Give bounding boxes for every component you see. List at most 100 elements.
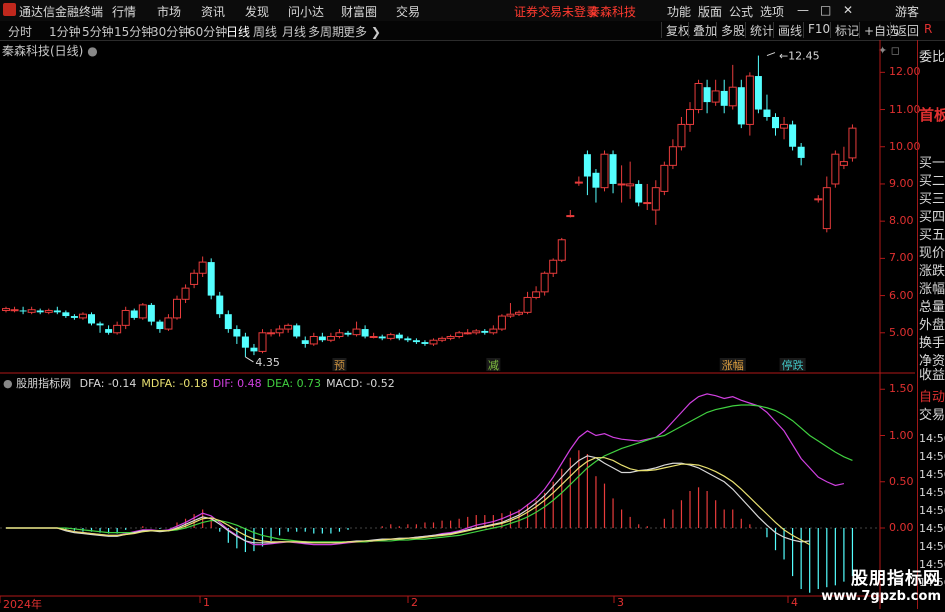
period-tab-daily[interactable]: 日线 bbox=[226, 23, 250, 40]
candle bbox=[797, 143, 805, 166]
candle bbox=[44, 308, 53, 315]
indicator-icon[interactable]: ● bbox=[3, 377, 13, 390]
period-tab-weekly[interactable]: 周线 bbox=[253, 23, 277, 40]
candle bbox=[635, 180, 643, 207]
period-tab-15min[interactable]: 15分钟 bbox=[114, 23, 153, 40]
chevron-right-icon: ❯ bbox=[367, 25, 381, 39]
menu-item-options[interactable]: 选项 bbox=[760, 3, 784, 20]
multi-stock-button[interactable]: 多股 bbox=[716, 22, 745, 38]
period-tab-30min[interactable]: 30分钟 bbox=[151, 23, 190, 40]
candle bbox=[754, 55, 762, 114]
kline-chart[interactable]: ←12.45 4.35 预 减 涨幅 停跌 bbox=[0, 40, 915, 609]
price-tick-label: 7.00 bbox=[889, 251, 914, 265]
candle bbox=[233, 325, 241, 344]
quote-field-label: 涨幅 bbox=[919, 282, 945, 297]
period-tab-5min[interactable]: 5分钟 bbox=[82, 23, 114, 40]
price-tick-label: 9.00 bbox=[889, 176, 914, 190]
menu-item-market[interactable]: 行情 bbox=[112, 3, 136, 20]
trade-time: 14:56 bbox=[919, 504, 945, 517]
back-button[interactable]: 返回 bbox=[890, 22, 919, 38]
menu-item-wealth[interactable]: 财富圈 bbox=[341, 3, 377, 20]
maximize-button[interactable]: □ bbox=[820, 3, 831, 17]
max-price-leader bbox=[766, 52, 776, 57]
f10-button[interactable]: F10 bbox=[803, 22, 830, 38]
candle bbox=[814, 195, 823, 203]
event-tag: 停跌 bbox=[779, 358, 806, 372]
restore-rights-button[interactable]: 复权 bbox=[661, 22, 690, 38]
candle bbox=[378, 334, 386, 341]
draw-line-button[interactable]: 画线 bbox=[773, 22, 802, 38]
panel-r-icon[interactable]: R bbox=[920, 22, 932, 38]
guest-login[interactable]: 游客 bbox=[895, 3, 919, 20]
period-tab-monthly[interactable]: 月线 bbox=[282, 23, 306, 40]
period-tab-1min[interactable]: 1分钟 bbox=[49, 23, 81, 40]
statistics-button[interactable]: 统计 bbox=[745, 22, 774, 38]
period-tab-more[interactable]: 更多 ❯ bbox=[343, 23, 381, 40]
menu-item-news[interactable]: 资讯 bbox=[201, 3, 225, 20]
overlay-button[interactable]: 叠加 bbox=[688, 22, 717, 38]
candle bbox=[780, 116, 789, 140]
candle bbox=[626, 161, 635, 199]
trade-time: 14:56 bbox=[919, 486, 945, 499]
candle bbox=[694, 79, 703, 114]
candle bbox=[446, 334, 455, 341]
menu-item-assistant[interactable]: 问小达 bbox=[288, 3, 324, 20]
candle bbox=[789, 120, 797, 151]
candle bbox=[489, 325, 498, 335]
trade-label[interactable]: 交易 bbox=[919, 404, 945, 423]
candle bbox=[130, 308, 138, 320]
price-tick-label: 12.00 bbox=[889, 65, 921, 79]
close-button[interactable]: ✕ bbox=[843, 3, 853, 17]
date-tick-label: 2 bbox=[411, 596, 418, 609]
candle bbox=[36, 308, 44, 315]
legend-item-dea: DEA: 0.73 bbox=[266, 377, 322, 390]
quote-field-label: 买二 bbox=[919, 174, 945, 189]
candle bbox=[506, 303, 515, 318]
menu-item-market2[interactable]: 市场 bbox=[157, 3, 181, 20]
candle bbox=[600, 150, 609, 192]
candle bbox=[361, 325, 369, 339]
quote-field-label: 买四 bbox=[919, 210, 945, 225]
candle bbox=[831, 150, 840, 188]
candle bbox=[258, 329, 267, 354]
menu-item-formula[interactable]: 公式 bbox=[729, 3, 753, 20]
candle bbox=[386, 332, 395, 341]
price-tick-label: 11.00 bbox=[889, 102, 921, 116]
period-tab-multi[interactable]: 多周期 bbox=[308, 23, 344, 40]
series-line-dif bbox=[6, 393, 845, 546]
quote-field-label: 买三 bbox=[919, 192, 945, 207]
candle bbox=[250, 343, 258, 356]
date-tick-label: 2024年 bbox=[3, 598, 42, 611]
candle bbox=[318, 332, 326, 343]
quote-field-label: 首板 bbox=[919, 106, 945, 124]
candle bbox=[344, 330, 352, 337]
candle bbox=[822, 176, 831, 233]
watermark-url: www.7gpzb.com bbox=[821, 589, 941, 604]
period-tab-60min[interactable]: 60分钟 bbox=[188, 23, 227, 40]
menu-item-layout[interactable]: 版面 bbox=[698, 3, 722, 20]
menu-item-trade[interactable]: 交易 bbox=[396, 3, 420, 20]
menu-item-function[interactable]: 功能 bbox=[667, 3, 691, 20]
trade-login-alert[interactable]: 证券交易未登录 bbox=[514, 3, 598, 20]
candle bbox=[164, 314, 173, 331]
current-stock-name: 秦森科技 bbox=[588, 5, 637, 19]
candle bbox=[70, 314, 78, 320]
minimize-button[interactable]: — bbox=[797, 3, 809, 17]
candle bbox=[609, 150, 617, 194]
indicator-legend: ● 股朋指标网 DFA: -0.14 MDFA: -0.18 DIF: 0.48 DE… bbox=[3, 375, 395, 391]
menu-item-discover[interactable]: 发现 bbox=[245, 3, 269, 20]
series-line-dea bbox=[6, 404, 853, 543]
candle bbox=[309, 332, 318, 346]
candle bbox=[772, 113, 779, 136]
svg-text:预: 预 bbox=[334, 359, 345, 372]
candle bbox=[62, 310, 70, 318]
mark-button[interactable]: 标记 bbox=[830, 22, 859, 38]
auto-trade-label[interactable]: 自动 bbox=[919, 386, 945, 405]
event-tag: 涨幅 bbox=[719, 358, 746, 372]
candle bbox=[412, 338, 420, 344]
period-tab-timeshare[interactable]: 分时 bbox=[8, 23, 32, 40]
svg-text:减: 减 bbox=[488, 359, 499, 372]
date-tick-label: 3 bbox=[617, 596, 624, 609]
indicator-title[interactable]: 股朋指标网 bbox=[16, 377, 71, 390]
trade-time: 14:56 bbox=[919, 522, 945, 535]
